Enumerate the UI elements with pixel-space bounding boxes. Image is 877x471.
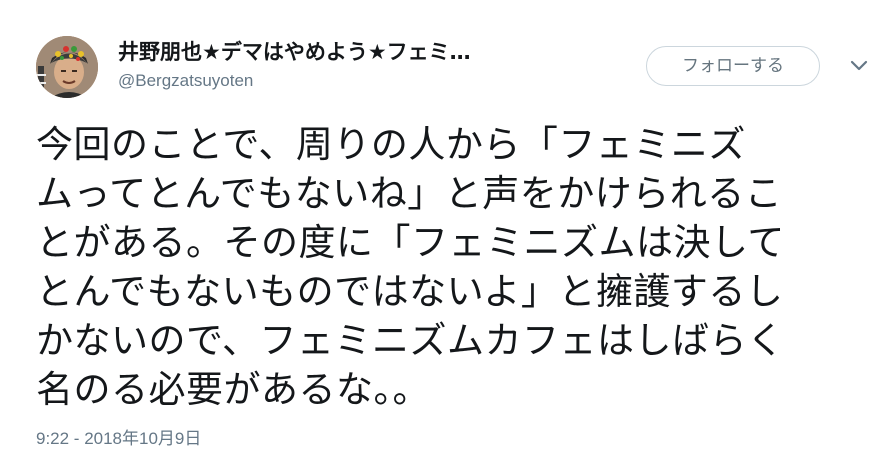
tweet-text-line: とがある。その度に「フェミニズムは決して: [36, 221, 785, 264]
tweet-card: 井野朋也★デマはやめよう★フェミ… @Bergzatsuyoten フォローする…: [0, 0, 877, 471]
tweet-text: 今回のことで、周りの人から「フェミニズ ムってとんでもないね」と声をかけられるこ…: [36, 120, 841, 414]
tweet-text-line: とんでもないものではないよ」と擁護するし: [36, 270, 784, 313]
avatar-image: [36, 36, 98, 98]
author-display-name[interactable]: 井野朋也★デマはやめよう★フェミ…: [118, 38, 588, 66]
tweet-timestamp[interactable]: 9:22 - 2018年10月9日: [36, 428, 201, 450]
tweet-text-line: かないので、フェミニズムカフェはしばらく: [36, 319, 785, 362]
author-handle[interactable]: @Bergzatsuyoten: [118, 70, 588, 92]
tweet-text-line: 今回のことで、周りの人から「フェミニズ: [36, 123, 746, 166]
user-avatar[interactable]: [36, 36, 98, 98]
follow-button[interactable]: フォローする: [646, 46, 820, 86]
tweet-text-line: ムってとんでもないね」と声をかけられるこ: [36, 172, 783, 215]
tweet-text-line: 名のる必要があるな。。: [36, 368, 430, 411]
chevron-down-icon[interactable]: [848, 57, 870, 75]
author-info: 井野朋也★デマはやめよう★フェミ… @Bergzatsuyoten: [118, 38, 588, 92]
